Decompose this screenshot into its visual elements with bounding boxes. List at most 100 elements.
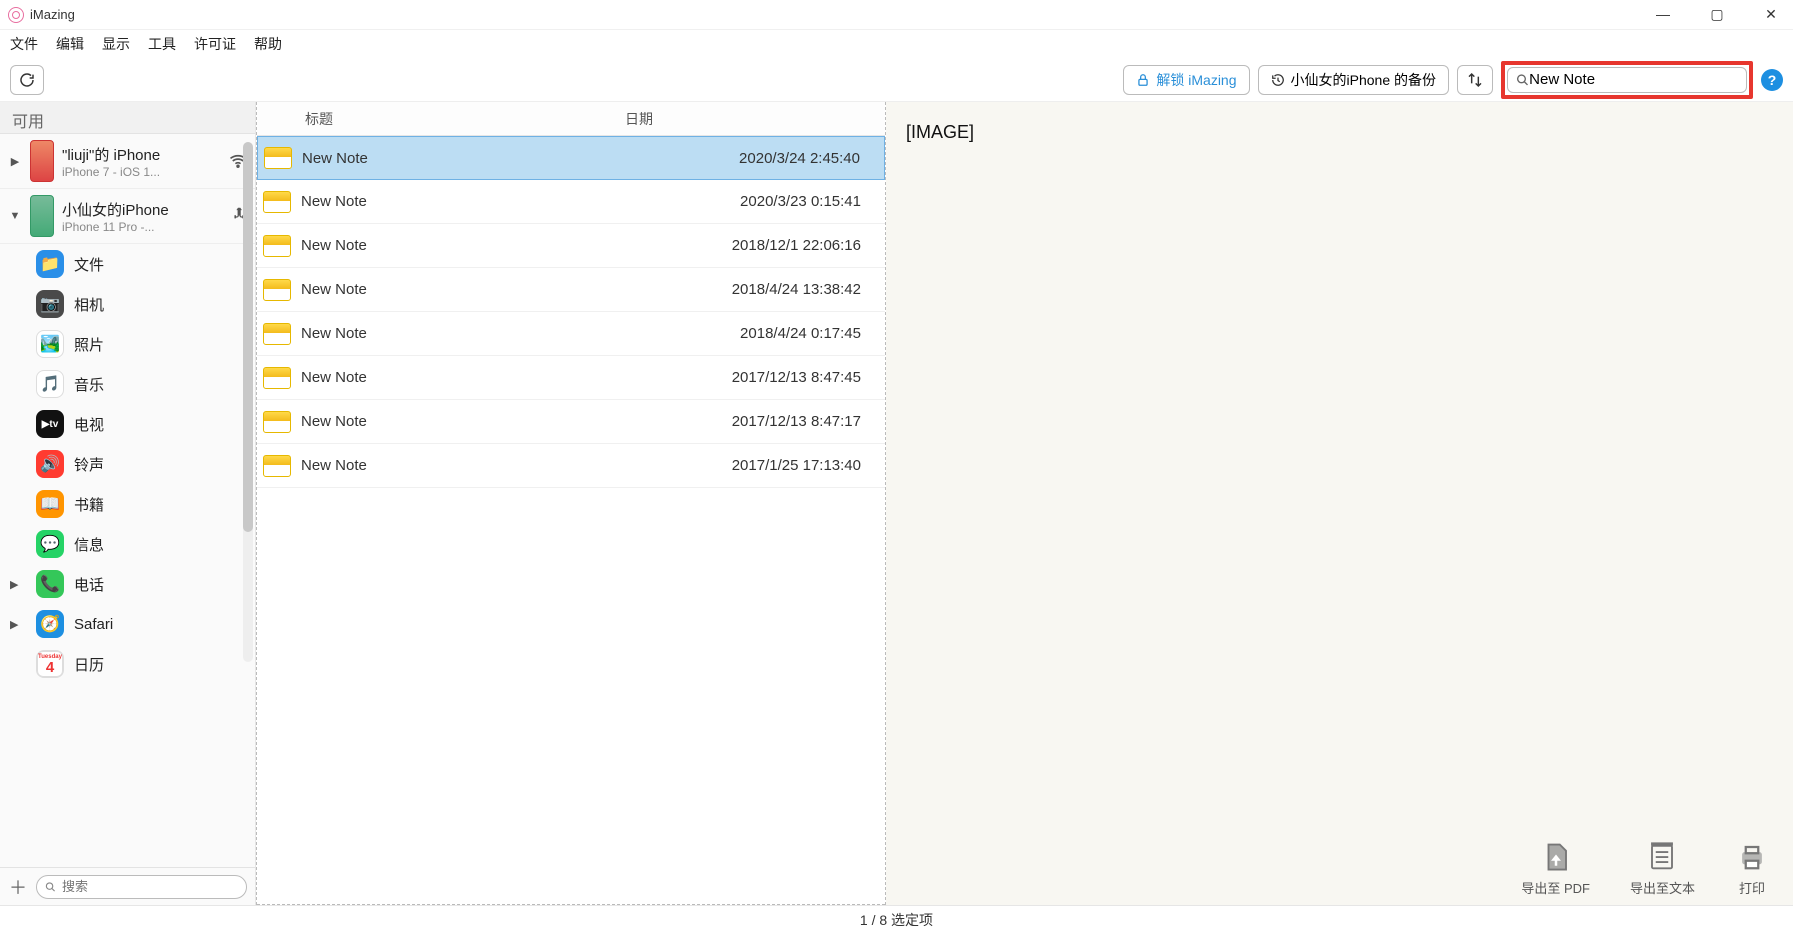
menubar: 文件 编辑 显示 工具 许可证 帮助 — [0, 30, 1793, 58]
app-title: iMazing — [30, 7, 75, 22]
note-title: New Note — [301, 369, 635, 386]
note-row[interactable]: New Note2017/12/13 8:47:45 — [257, 356, 885, 400]
sort-button[interactable] — [1457, 65, 1493, 95]
sidebar-item-音乐[interactable]: 🎵音乐 — [0, 364, 255, 404]
print-button[interactable]: 打印 — [1735, 840, 1769, 897]
note-row[interactable]: New Note2020/3/24 2:45:40 — [257, 136, 885, 180]
sidebar-item-照片[interactable]: 🏞️照片 — [0, 324, 255, 364]
export-text-button[interactable]: 导出至文本 — [1630, 840, 1695, 897]
app-icon: 📷 — [36, 290, 64, 318]
sidebar-item-电话[interactable]: ▶📞电话 — [0, 564, 255, 604]
window-close-button[interactable]: ✕ — [1757, 6, 1785, 23]
note-title: New Note — [301, 193, 635, 210]
refresh-icon — [19, 72, 35, 88]
sidebar-item-文件[interactable]: 📁文件 — [0, 244, 255, 284]
sidebar-item-铃声[interactable]: 🔊铃声 — [0, 444, 255, 484]
sidebar-item-label: Safari — [74, 616, 113, 633]
export-pdf-button[interactable]: 导出至 PDF — [1521, 840, 1590, 897]
menu-file[interactable]: 文件 — [10, 34, 38, 54]
window-maximize-button[interactable]: ▢ — [1703, 6, 1731, 23]
note-date: 2017/12/13 8:47:45 — [635, 369, 885, 386]
add-button[interactable]: ＋ — [8, 874, 28, 900]
note-row[interactable]: New Note2020/3/23 0:15:41 — [257, 180, 885, 224]
app-icon: Tuesday4 — [36, 650, 64, 678]
status-text: 1 / 8 选定项 — [860, 910, 933, 930]
export-text-label: 导出至文本 — [1630, 878, 1695, 897]
expand-arrow-icon[interactable]: ▶ — [8, 155, 22, 168]
unlock-label: 解锁 iMazing — [1156, 70, 1236, 90]
menu-tools[interactable]: 工具 — [148, 34, 176, 54]
search-box[interactable] — [1507, 67, 1747, 93]
device-liuji-iphone[interactable]: ▶ "liuji"的 iPhone iPhone 7 - iOS 1... — [0, 134, 255, 189]
sidebar-item-书籍[interactable]: 📖书籍 — [0, 484, 255, 524]
note-row[interactable]: New Note2018/4/24 0:17:45 — [257, 312, 885, 356]
app-icon: 🏞️ — [36, 330, 64, 358]
history-icon — [1271, 73, 1285, 87]
export-pdf-label: 导出至 PDF — [1521, 878, 1590, 897]
refresh-button[interactable] — [10, 65, 44, 95]
expand-arrow-icon[interactable]: ▼ — [8, 210, 22, 222]
sidebar-item-label: 书籍 — [74, 494, 104, 515]
app-icon: 🧭 — [36, 610, 64, 638]
device-thumb-icon — [30, 195, 54, 237]
menu-help[interactable]: 帮助 — [254, 34, 282, 54]
device-name: "liuji"的 iPhone — [62, 144, 221, 165]
search-input[interactable] — [1529, 71, 1738, 88]
backup-button[interactable]: 小仙女的iPhone 的备份 — [1258, 65, 1449, 95]
note-row[interactable]: New Note2018/12/1 22:06:16 — [257, 224, 885, 268]
note-row[interactable]: New Note2018/4/24 13:38:42 — [257, 268, 885, 312]
sidebar-header: 可用 — [0, 102, 255, 134]
note-row[interactable]: New Note2017/12/13 8:47:17 — [257, 400, 885, 444]
window-minimize-button[interactable]: — — [1649, 6, 1677, 23]
sidebar-item-label: 文件 — [74, 254, 104, 275]
titlebar: iMazing — ▢ ✕ — [0, 0, 1793, 30]
device-thumb-icon — [30, 140, 54, 182]
sidebar-item-信息[interactable]: 💬信息 — [0, 524, 255, 564]
device-subtitle: iPhone 7 - iOS 1... — [62, 165, 221, 179]
device-subtitle: iPhone 11 Pro -... — [62, 220, 225, 234]
app-icon: 🔊 — [36, 450, 64, 478]
text-icon — [1645, 840, 1679, 874]
note-icon — [264, 147, 292, 169]
note-date: 2020/3/23 0:15:41 — [635, 193, 885, 210]
note-icon — [263, 235, 291, 257]
sidebar-item-电视[interactable]: ▶tv电视 — [0, 404, 255, 444]
help-button[interactable]: ? — [1761, 69, 1783, 91]
menu-license[interactable]: 许可证 — [194, 34, 236, 54]
note-icon — [263, 191, 291, 213]
search-icon — [1516, 73, 1529, 87]
column-header-date[interactable]: 日期 — [625, 102, 885, 135]
note-date: 2017/1/25 17:13:40 — [635, 457, 885, 474]
note-date: 2018/12/1 22:06:16 — [635, 237, 885, 254]
note-preview: [IMAGE] 导出至 PDF 导出至文本 — [886, 102, 1793, 905]
app-icon: 💬 — [36, 530, 64, 558]
app-icon: 🎵 — [36, 370, 64, 398]
pdf-icon — [1539, 840, 1573, 874]
menu-view[interactable]: 显示 — [102, 34, 130, 54]
sidebar-item-日历[interactable]: Tuesday4 日历 — [0, 644, 255, 684]
expand-arrow-icon[interactable]: ▶ — [10, 618, 22, 631]
note-icon — [263, 411, 291, 433]
list-header: 标题 日期 — [257, 102, 885, 136]
device-xiaoxiannv-iphone[interactable]: ▼ 小仙女的iPhone iPhone 11 Pro -... — [0, 189, 255, 244]
sidebar-search-box[interactable] — [36, 875, 247, 899]
note-icon — [263, 279, 291, 301]
sidebar-item-label: 日历 — [74, 654, 104, 675]
unlock-button[interactable]: 解锁 iMazing — [1123, 65, 1249, 95]
menu-edit[interactable]: 编辑 — [56, 34, 84, 54]
column-header-title[interactable]: 标题 — [257, 102, 625, 135]
sidebar-item-Safari[interactable]: ▶ 🧭 Safari — [0, 604, 255, 644]
expand-arrow-icon[interactable]: ▶ — [10, 578, 22, 591]
device-name: 小仙女的iPhone — [62, 199, 225, 220]
sidebar-item-相机[interactable]: 📷相机 — [0, 284, 255, 324]
note-title: New Note — [302, 150, 634, 167]
note-icon — [263, 323, 291, 345]
sidebar-item-label: 电视 — [74, 414, 104, 435]
note-row[interactable]: New Note2017/1/25 17:13:40 — [257, 444, 885, 488]
app-icon — [8, 7, 24, 23]
sidebar-scrollbar[interactable] — [243, 142, 253, 662]
sidebar: 可用 ▶ "liuji"的 iPhone iPhone 7 - iOS 1...… — [0, 102, 256, 905]
note-date: 2017/12/13 8:47:17 — [635, 413, 885, 430]
note-title: New Note — [301, 325, 635, 342]
sidebar-search-input[interactable] — [62, 879, 238, 894]
